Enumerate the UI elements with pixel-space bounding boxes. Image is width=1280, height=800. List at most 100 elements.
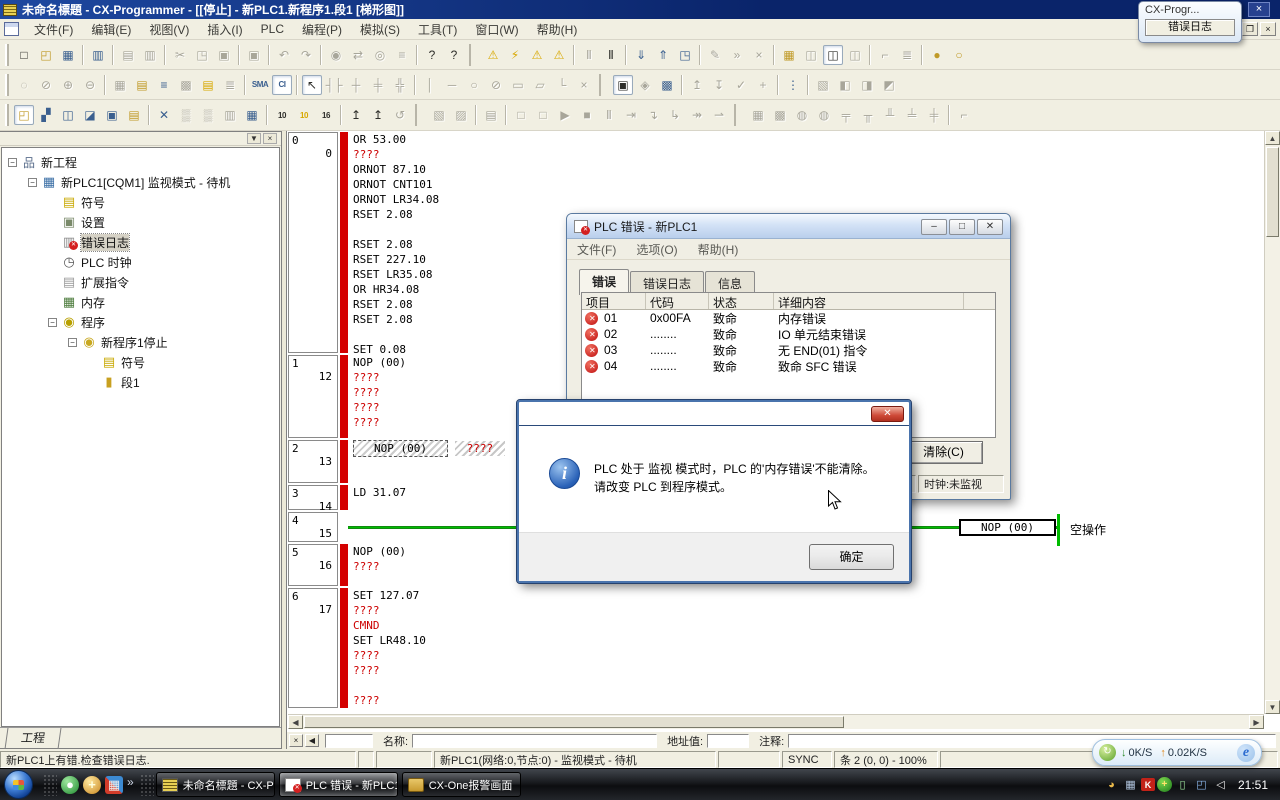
differential-down-icon[interactable]: ↧ <box>709 75 729 95</box>
contact-not-icon[interactable]: ┼ <box>346 75 366 95</box>
ladder-view-icon[interactable]: ▤ <box>198 75 218 95</box>
cross-window-icon[interactable]: ◨ <box>857 75 877 95</box>
ie-icon[interactable]: e <box>1237 744 1255 762</box>
sim-step-icon[interactable]: ⇥ <box>621 105 641 125</box>
sim-continuous-icon[interactable]: ↠ <box>687 105 707 125</box>
release-protect-icon[interactable]: ○ <box>949 45 969 65</box>
pause-disabled-icon[interactable]: Ⅱ <box>579 45 599 65</box>
scroll-up-button[interactable]: ▲ <box>1265 131 1280 145</box>
network-node2-icon[interactable]: ◍ <box>814 105 834 125</box>
workspace-icon[interactable]: ◰ <box>14 105 34 125</box>
upload-from-plc-icon[interactable]: ⇑ <box>653 45 673 65</box>
scroll-left-button[interactable]: ◀ <box>288 715 303 729</box>
page-view-icon[interactable]: ▥ <box>88 45 108 65</box>
monitor-icon[interactable]: ◫ <box>823 45 843 65</box>
tree-item-symbols2[interactable]: 符号 <box>2 352 279 372</box>
edit-window-icon[interactable]: ◧ <box>835 75 855 95</box>
tree-item-error-log[interactable]: 错误日志 <box>2 232 279 252</box>
sim-break-clear-icon[interactable]: □ <box>533 105 553 125</box>
ci-view-icon[interactable]: CI <box>272 75 292 95</box>
io-comment-icon[interactable]: ▥ <box>220 105 240 125</box>
dialog-minimize-button[interactable]: – <box>921 219 947 235</box>
tray-volume-icon[interactable]: ◁ <box>1212 777 1229 793</box>
monitor-off-icon[interactable]: ◫ <box>801 45 821 65</box>
network-speed-widget[interactable]: ↻ ↓ 0K/S ↑ 0.02K/S e <box>1092 739 1262 766</box>
differential-monitor-icon[interactable]: ◫ <box>845 45 865 65</box>
time-chart-icon[interactable]: ≣ <box>897 45 917 65</box>
horizontal-line-icon[interactable]: ─ <box>442 75 462 95</box>
sim-upload-icon[interactable]: ▨ <box>451 105 471 125</box>
toolbar-grip[interactable] <box>5 104 9 126</box>
find-error-icon[interactable]: ⚠ <box>527 45 547 65</box>
taskbar-button-cxone-alarm[interactable]: CX-One报警画面 <box>402 772 521 797</box>
sim-run-icon[interactable]: ▶ <box>555 105 575 125</box>
overview-icon[interactable]: ▩ <box>176 75 196 95</box>
or-contact-icon[interactable]: ╪ <box>368 75 388 95</box>
message-dialog-title-bar[interactable]: 清除内存错误 <box>519 402 909 426</box>
usage-icon[interactable]: ▒ <box>176 105 196 125</box>
tree-dropdown-button[interactable]: ▼ <box>247 133 261 144</box>
watch-icon[interactable]: ▩ <box>657 75 677 95</box>
coil-not-icon[interactable]: ⊘ <box>486 75 506 95</box>
tray-power-icon[interactable]: ▯ <box>1174 777 1191 793</box>
tray-antivirus-icon[interactable]: K <box>1141 778 1155 791</box>
refresh-monitor-icon[interactable]: ↺ <box>390 105 410 125</box>
dialog-menu-item[interactable]: 帮助(H) <box>688 239 749 259</box>
line-corner-icon[interactable]: └ <box>552 75 572 95</box>
nop-instruction-box[interactable]: NOP (00) <box>959 519 1056 536</box>
sim-scan-run-icon[interactable]: ⇀ <box>709 105 729 125</box>
copy-icon[interactable]: ◳ <box>192 45 212 65</box>
network-2-icon[interactable]: ▩ <box>770 105 790 125</box>
tray-input-method-icon[interactable]: ▦ <box>1122 777 1139 793</box>
hex-icon[interactable]: 16 <box>316 105 336 125</box>
hierarchy-icon[interactable]: ≣ <box>220 75 240 95</box>
rung-comment-icon[interactable]: ▤ <box>132 75 152 95</box>
work-online-icon[interactable]: ▦ <box>779 45 799 65</box>
tree-expander[interactable]: − <box>68 338 77 347</box>
contact-icon[interactable]: ┤├ <box>324 75 344 95</box>
vertical-scroll-thumb[interactable] <box>1266 147 1279 237</box>
quicklaunch-desktop-icon[interactable]: ▦ <box>105 776 123 794</box>
window-close-button[interactable]: × <box>1248 2 1270 17</box>
decimal-forced-icon[interactable]: 10 <box>294 105 314 125</box>
network-t2-icon[interactable]: ╥ <box>858 105 878 125</box>
taskbar-preview-window[interactable]: CX-Progr... 错误日志 <box>1138 1 1242 43</box>
delete-segment-icon[interactable]: × <box>574 75 594 95</box>
check-window-icon[interactable]: ◩ <box>879 75 899 95</box>
tree-item-settings[interactable]: 设置 <box>2 212 279 232</box>
mdi-restore-button[interactable]: ❐ <box>1242 22 1258 36</box>
tree-expander[interactable]: − <box>28 178 37 187</box>
alarm-monitor-icon[interactable]: ⚡ <box>505 45 525 65</box>
tree-item-project[interactable]: − 新工程 <box>2 152 279 172</box>
column-header-status[interactable]: 状态 <box>709 293 774 309</box>
clear-button[interactable]: 清除(C) <box>904 441 983 464</box>
menu-item[interactable]: 窗口(W) <box>466 19 527 39</box>
monitor-window-icon[interactable]: ▧ <box>813 75 833 95</box>
replace-icon[interactable]: ⇄ <box>348 45 368 65</box>
menu-item[interactable]: 编程(P) <box>293 19 351 39</box>
instruction-not-icon[interactable]: ▱ <box>530 75 550 95</box>
undo-icon[interactable]: ↶ <box>274 45 294 65</box>
tray-network-icon[interactable]: ◰ <box>1193 777 1210 793</box>
quicklaunch-chevron[interactable]: » <box>127 775 134 789</box>
column-header-code[interactable]: 代码 <box>646 293 709 309</box>
error-row[interactable]: ✕ 02 ........ 致命 IO 单元结束错误 <box>582 326 995 342</box>
plc-error-icon[interactable]: ⚠ <box>483 45 503 65</box>
help-icon[interactable]: ? <box>422 45 442 65</box>
taskbar-button-cx-programmer[interactable]: 未命名標題 - CX-Pr... <box>156 772 275 797</box>
message-dialog-close-button[interactable]: ✕ <box>871 406 904 422</box>
mnemonic-view-icon[interactable]: SMA <box>250 75 270 95</box>
multiple-io-icon[interactable]: ◈ <box>635 75 655 95</box>
change-all-icon[interactable]: ≡ <box>392 45 412 65</box>
or-contact-not-icon[interactable]: ╬ <box>390 75 410 95</box>
cut-icon[interactable]: ✂ <box>170 45 190 65</box>
find-icon[interactable]: ◉ <box>326 45 346 65</box>
tree-item-plc-clock[interactable]: PLC 时钟 <box>2 252 279 272</box>
new-file-icon[interactable]: □ <box>14 45 34 65</box>
zoom-in-icon[interactable]: ⊕ <box>58 75 78 95</box>
menu-item[interactable]: 编辑(E) <box>82 19 140 39</box>
address-add-icon[interactable]: + <box>753 75 773 95</box>
network-t3-icon[interactable]: ╨ <box>880 105 900 125</box>
decimal-icon[interactable]: 10 <box>272 105 292 125</box>
sim-download-icon[interactable]: ▧ <box>429 105 449 125</box>
